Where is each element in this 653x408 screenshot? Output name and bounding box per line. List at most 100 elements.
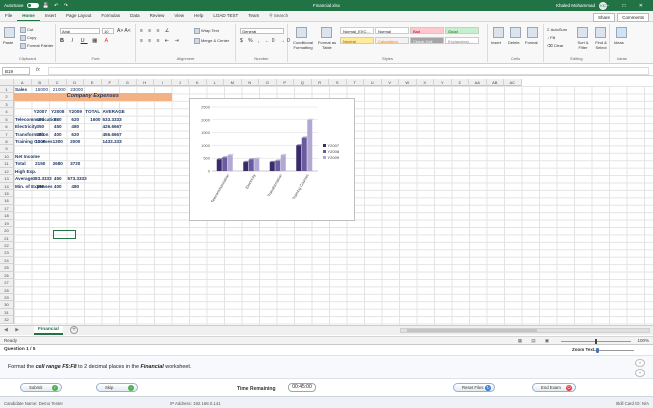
row-header-11[interactable]: 11: [0, 160, 14, 168]
cut-button[interactable]: Cut: [20, 27, 33, 33]
column-header-u[interactable]: U: [364, 79, 382, 86]
cell-a1[interactable]: Sales: [15, 86, 31, 93]
total-2[interactable]: [85, 131, 101, 138]
row-header-19[interactable]: 19: [0, 219, 14, 228]
row-header-26[interactable]: 26: [0, 271, 14, 280]
formula-input[interactable]: [48, 67, 649, 75]
value-0-1[interactable]: 530: [50, 116, 66, 123]
company-expenses-title[interactable]: Company Expenses: [14, 93, 172, 101]
column-header-ac[interactable]: AC: [504, 79, 522, 86]
tab-data[interactable]: Data: [125, 11, 145, 21]
average-label[interactable]: Average: [15, 175, 33, 182]
row-header-21[interactable]: 21: [0, 234, 14, 243]
column-header-p[interactable]: P: [276, 79, 294, 86]
sheet-tab-financial[interactable]: Financial: [34, 326, 63, 335]
cell-sales-1[interactable]: 21000: [50, 86, 66, 93]
number-format-select[interactable]: General: [240, 28, 284, 34]
row-header-12[interactable]: 12: [0, 167, 14, 176]
tab-insert[interactable]: Insert: [40, 11, 61, 21]
conditional-formatting-icon[interactable]: [296, 27, 307, 38]
font-name-select[interactable]: Arial: [60, 28, 100, 34]
cell-style-5[interactable]: Calculation: [375, 37, 409, 44]
conditional-formatting-button[interactable]: Conditional Formatting: [290, 40, 316, 50]
chevron-up-icon[interactable]: ˄: [635, 359, 645, 367]
tab-home[interactable]: Home: [17, 11, 40, 21]
column-header-y[interactable]: Y: [434, 79, 452, 86]
column-header-k[interactable]: K: [189, 79, 207, 86]
value-3-0[interactable]: 1000: [33, 138, 49, 145]
row-header-15[interactable]: 15: [0, 190, 14, 198]
font-style-icons[interactable]: B I U ▦ A: [60, 38, 111, 44]
row-header-1[interactable]: 1: [0, 86, 14, 94]
value-2-2[interactable]: 620: [68, 131, 84, 138]
value-3-2[interactable]: 2000: [68, 138, 84, 145]
sheet-nav-arrows[interactable]: ◀ ▶: [4, 327, 22, 333]
tab-load-test[interactable]: LOAD TEST: [208, 11, 243, 21]
average-year-1[interactable]: 450: [50, 175, 66, 182]
find-select-icon[interactable]: [595, 27, 606, 38]
cell-sales-0[interactable]: 15000: [33, 86, 48, 93]
column-header-a[interactable]: A: [14, 79, 32, 86]
header-total[interactable]: TOTAL: [85, 108, 101, 115]
column-header-h[interactable]: H: [136, 79, 154, 86]
column-header-g[interactable]: G: [119, 79, 137, 86]
average-0[interactable]: 533.3333: [103, 116, 122, 123]
cell-style-1[interactable]: Normal: [375, 27, 409, 34]
cell-style-0[interactable]: Normal_EXC...: [340, 27, 374, 34]
column-header-s[interactable]: S: [329, 79, 347, 86]
paste-icon[interactable]: [4, 27, 15, 38]
row-header-22[interactable]: 22: [0, 242, 14, 250]
column-header-j[interactable]: J: [171, 79, 189, 86]
share-button[interactable]: Share: [592, 13, 615, 22]
tab-review[interactable]: Review: [145, 11, 170, 21]
min-year-0[interactable]: 350: [33, 183, 49, 190]
total-0[interactable]: 1600: [85, 116, 100, 123]
column-header-f[interactable]: F: [101, 79, 119, 86]
select-all-corner[interactable]: [0, 79, 14, 86]
submit-button[interactable]: ✓ Submit: [20, 383, 62, 392]
column-header-e[interactable]: E: [84, 79, 102, 86]
font-size-select[interactable]: 10: [102, 28, 114, 34]
row-header-7[interactable]: 7: [0, 130, 14, 138]
row-header-10[interactable]: 10: [0, 152, 14, 161]
sort-filter-button[interactable]: Sort & Filter: [574, 40, 592, 50]
name-box[interactable]: B19: [2, 67, 30, 75]
format-table-icon[interactable]: [321, 27, 332, 38]
lightbulb-icon[interactable]: [616, 27, 627, 38]
zoom-text-slider[interactable]: [594, 348, 634, 353]
sort-filter-icon[interactable]: [577, 27, 588, 38]
zoom-text-knob[interactable]: [596, 348, 599, 353]
end-exam-button[interactable]: ⏻ End Exam: [532, 383, 576, 392]
tab-page-layout[interactable]: Page Layout: [61, 11, 96, 21]
column-header-d[interactable]: D: [66, 79, 84, 86]
reset-files-button[interactable]: ↻ Reset Files: [453, 383, 495, 392]
row-header-25[interactable]: 25: [0, 264, 14, 272]
delete-cells-button[interactable]: Delete: [508, 40, 520, 45]
column-header-l[interactable]: L: [206, 79, 224, 86]
column-header-i[interactable]: I: [154, 79, 172, 86]
value-1-0[interactable]: 350: [33, 123, 49, 130]
column-header-ab[interactable]: AB: [486, 79, 504, 86]
header-y2009[interactable]: Y2009: [68, 108, 84, 115]
wrap-text-button[interactable]: Wrap Text: [194, 28, 219, 34]
cell-style-4[interactable]: Neutral: [340, 37, 374, 44]
cell-style-2[interactable]: Bad: [410, 27, 444, 34]
average-1[interactable]: 426.6667: [103, 123, 122, 130]
tab-formulas[interactable]: Formulas: [96, 11, 125, 21]
font-grow-shrink-icons[interactable]: A˃ A˂: [117, 28, 131, 34]
value-2-0[interactable]: 350: [33, 131, 49, 138]
column-header-o[interactable]: O: [259, 79, 277, 86]
format-cells-button[interactable]: Format: [525, 40, 538, 45]
tab-team[interactable]: Team: [243, 11, 264, 21]
tab-view[interactable]: View: [169, 11, 189, 21]
cell-style-3[interactable]: Good: [445, 27, 479, 34]
copy-button[interactable]: Copy: [20, 35, 36, 41]
total-3[interactable]: [85, 138, 101, 145]
row-header-8[interactable]: 8: [0, 138, 14, 146]
header-average[interactable]: AVERAGE: [103, 108, 125, 115]
tab-file[interactable]: File: [0, 11, 17, 21]
row-header-13[interactable]: 13: [0, 175, 14, 183]
value-0-0[interactable]: 450: [33, 116, 49, 123]
min-year-2[interactable]: 480: [68, 183, 84, 190]
row-header-29[interactable]: 29: [0, 294, 14, 302]
